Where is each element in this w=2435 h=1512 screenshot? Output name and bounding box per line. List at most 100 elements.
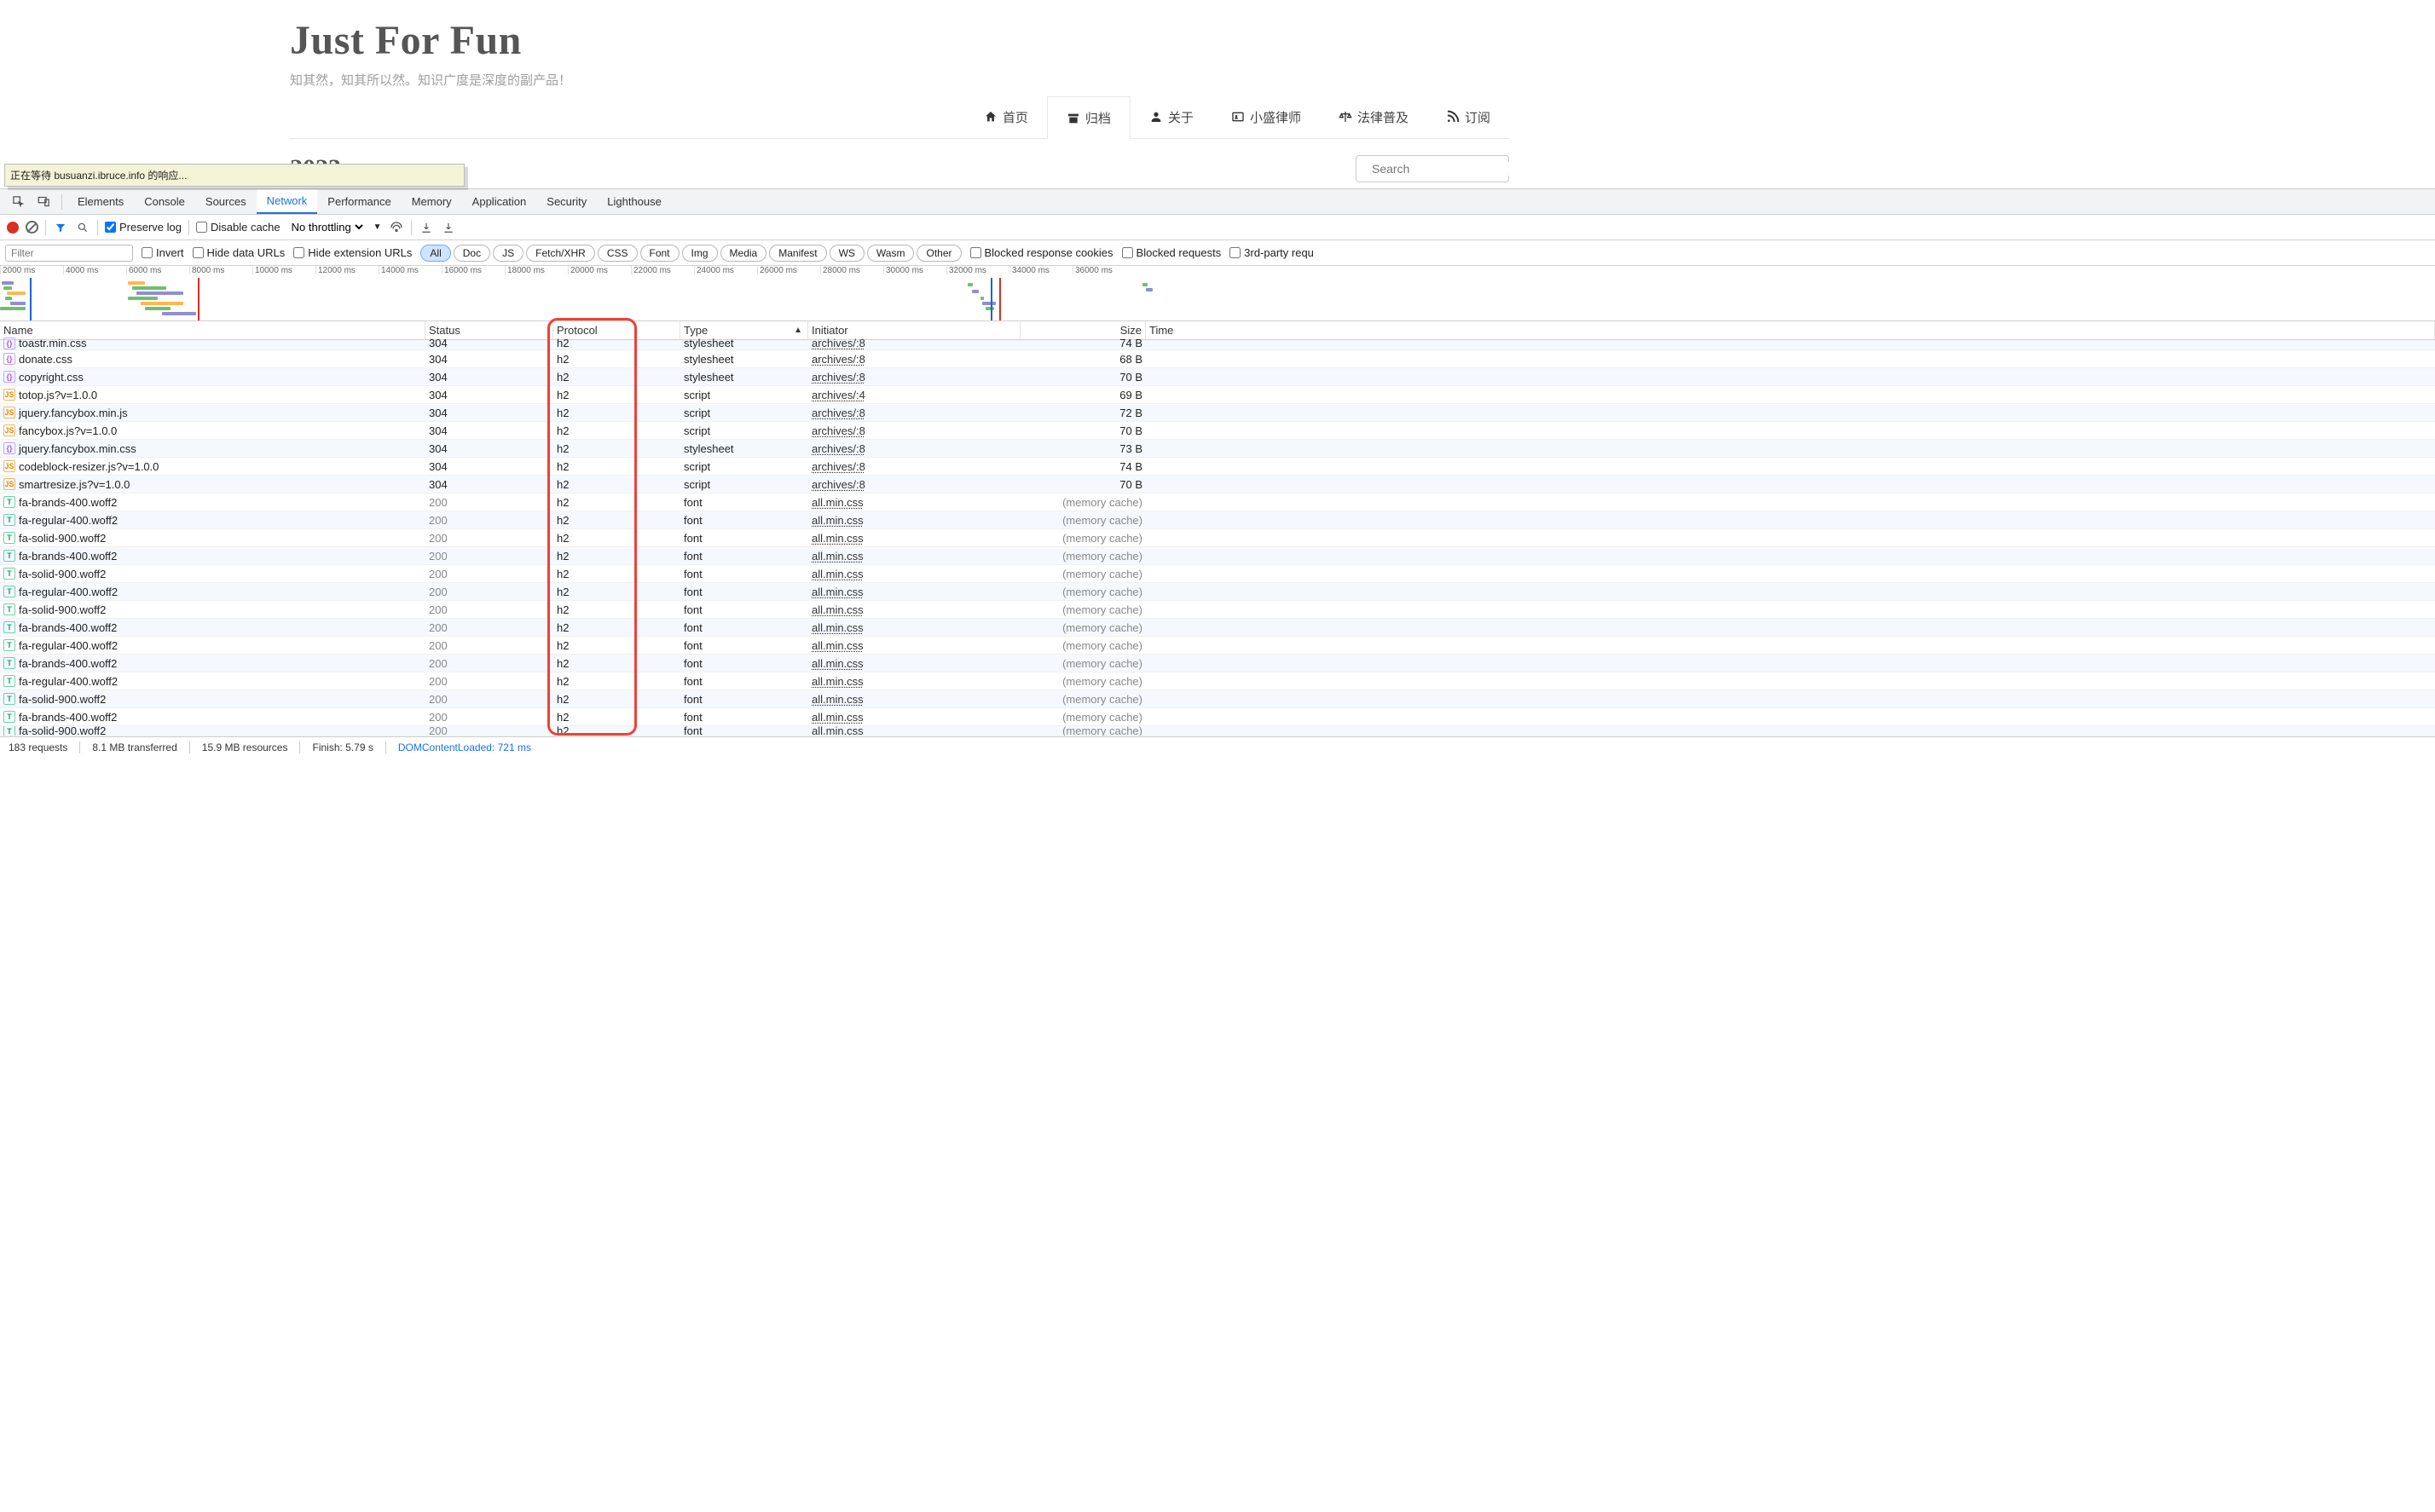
network-row[interactable]: {}jquery.fancybox.min.css304h2stylesheet… — [0, 440, 2435, 458]
nav-about[interactable]: 关于 — [1131, 96, 1212, 138]
network-row[interactable]: JSsmartresize.js?v=1.0.0304h2scriptarchi… — [0, 476, 2435, 493]
filter-toggle-icon[interactable] — [53, 220, 68, 235]
row-initiator-link[interactable]: all.min.css — [812, 711, 864, 724]
col-header-type[interactable]: Type▲ — [680, 321, 808, 339]
type-pill-media[interactable]: Media — [720, 245, 767, 262]
hide-data-url-checkbox[interactable]: Hide data URLs — [193, 246, 286, 259]
devtools-tab-performance[interactable]: Performance — [317, 189, 401, 214]
row-initiator-link[interactable]: all.min.css — [812, 621, 864, 634]
network-row[interactable]: JSjquery.fancybox.min.js304h2scriptarchi… — [0, 404, 2435, 422]
network-row[interactable]: Tfa-solid-900.woff2200h2fontall.min.css(… — [0, 565, 2435, 583]
devtools-tab-security[interactable]: Security — [536, 189, 597, 214]
row-initiator-link[interactable]: archives/:8 — [812, 442, 865, 455]
type-pill-fetch-xhr[interactable]: Fetch/XHR — [526, 245, 595, 262]
network-conditions-icon[interactable] — [389, 220, 404, 235]
row-initiator-link[interactable]: archives/:8 — [812, 460, 865, 473]
row-initiator-link[interactable]: archives/:8 — [812, 371, 865, 384]
third-party-checkbox[interactable]: 3rd-party requ — [1229, 246, 1314, 259]
type-pill-other[interactable]: Other — [917, 245, 961, 262]
network-row[interactable]: Tfa-solid-900.woff2200h2fontall.min.css(… — [0, 529, 2435, 547]
col-header-protocol[interactable]: Protocol — [553, 321, 680, 339]
search-toggle-icon[interactable] — [75, 220, 90, 235]
col-header-size[interactable]: Size — [1021, 321, 1146, 339]
network-row[interactable]: Tfa-regular-400.woff2200h2fontall.min.cs… — [0, 637, 2435, 655]
devtools-tab-elements[interactable]: Elements — [67, 189, 134, 214]
row-initiator-link[interactable]: archives/:8 — [812, 424, 865, 437]
network-row[interactable]: Tfa-solid-900.woff2200h2fontall.min.css(… — [0, 690, 2435, 708]
devtools-tab-lighthouse[interactable]: Lighthouse — [597, 189, 672, 214]
import-har-icon[interactable] — [419, 220, 434, 235]
row-initiator-link[interactable]: all.min.css — [812, 514, 864, 527]
network-row[interactable]: {}copyright.css304h2stylesheetarchives/:… — [0, 368, 2435, 386]
inspect-icon[interactable] — [9, 193, 27, 211]
type-pill-manifest[interactable]: Manifest — [769, 245, 826, 262]
record-button[interactable] — [7, 222, 19, 234]
network-row[interactable]: Tfa-brands-400.woff2200h2fontall.min.css… — [0, 708, 2435, 726]
throttling-select[interactable]: No throttling — [287, 219, 367, 235]
network-row[interactable]: Tfa-brands-400.woff2200h2fontall.min.css… — [0, 619, 2435, 637]
disable-cache-checkbox[interactable]: Disable cache — [196, 221, 281, 234]
type-pill-js[interactable]: JS — [493, 245, 523, 262]
type-pill-font[interactable]: Font — [640, 245, 680, 262]
nav-rss[interactable]: 订阅 — [1427, 96, 1509, 138]
devtools-tab-application[interactable]: Application — [462, 189, 537, 214]
preserve-log-checkbox[interactable]: Preserve log — [105, 221, 182, 234]
network-row[interactable]: Tfa-regular-400.woff2200h2fontall.min.cs… — [0, 583, 2435, 601]
row-initiator-link[interactable]: all.min.css — [812, 496, 864, 509]
type-pill-wasm[interactable]: Wasm — [867, 245, 915, 262]
col-header-name[interactable]: Name — [0, 321, 425, 339]
col-header-status[interactable]: Status — [425, 321, 553, 339]
clear-button[interactable] — [26, 221, 38, 234]
row-initiator-link[interactable]: all.min.css — [812, 657, 864, 670]
network-row[interactable]: Tfa-brands-400.woff2200h2fontall.min.css… — [0, 493, 2435, 511]
blocked-requests-checkbox[interactable]: Blocked requests — [1122, 246, 1222, 259]
row-initiator-link[interactable]: all.min.css — [812, 568, 864, 580]
row-initiator-link[interactable]: archives/:8 — [812, 478, 865, 491]
row-initiator-link[interactable]: all.min.css — [812, 532, 864, 545]
network-row[interactable]: JSfancybox.js?v=1.0.0304h2scriptarchives… — [0, 422, 2435, 440]
row-initiator-link[interactable]: all.min.css — [812, 726, 864, 736]
invert-checkbox[interactable]: Invert — [142, 246, 184, 259]
row-initiator-link[interactable]: all.min.css — [812, 675, 864, 688]
network-row[interactable]: Tfa-regular-400.woff2200h2fontall.min.cs… — [0, 672, 2435, 690]
network-row[interactable]: Tfa-solid-900.woff2200h2fontall.min.css(… — [0, 601, 2435, 619]
network-row[interactable]: Tfa-brands-400.woff2200h2fontall.min.css… — [0, 547, 2435, 565]
nav-archive[interactable]: 归档 — [1047, 96, 1131, 139]
network-row[interactable]: JScodeblock-resizer.js?v=1.0.0304h2scrip… — [0, 458, 2435, 476]
row-initiator-link[interactable]: all.min.css — [812, 639, 864, 652]
row-initiator-link[interactable]: all.min.css — [812, 603, 864, 616]
search-box[interactable] — [1356, 155, 1509, 182]
devtools-tab-network[interactable]: Network — [257, 189, 318, 214]
type-pill-css[interactable]: CSS — [598, 245, 638, 262]
nav-home[interactable]: 首页 — [965, 96, 1047, 138]
network-table-header[interactable]: Name Status Protocol Type▲ Initiator Siz… — [0, 321, 2435, 340]
type-pill-doc[interactable]: Doc — [454, 245, 490, 262]
network-row[interactable]: Tfa-solid-900.woff2200h2fontall.min.css(… — [0, 726, 2435, 736]
search-input[interactable] — [1372, 162, 1526, 176]
row-initiator-link[interactable]: all.min.css — [812, 586, 864, 598]
export-har-icon[interactable] — [441, 220, 456, 235]
device-toggle-icon[interactable] — [34, 193, 53, 211]
hide-ext-url-checkbox[interactable]: Hide extension URLs — [293, 246, 412, 259]
row-initiator-link[interactable]: all.min.css — [812, 693, 864, 706]
network-row[interactable]: JStotop.js?v=1.0.0304h2scriptarchives/:4… — [0, 386, 2435, 404]
devtools-tab-sources[interactable]: Sources — [195, 189, 257, 214]
col-header-time[interactable]: Time — [1146, 321, 2435, 339]
type-pill-ws[interactable]: WS — [830, 245, 865, 262]
col-header-initiator[interactable]: Initiator — [808, 321, 1021, 339]
row-initiator-link[interactable]: archives/:8 — [812, 353, 865, 366]
network-row[interactable]: {}toastr.min.css304h2stylesheetarchives/… — [0, 340, 2435, 350]
type-pill-all[interactable]: All — [420, 245, 450, 262]
devtools-tab-memory[interactable]: Memory — [402, 189, 462, 214]
type-pill-img[interactable]: Img — [682, 245, 718, 262]
network-row[interactable]: Tfa-brands-400.woff2200h2fontall.min.css… — [0, 655, 2435, 672]
devtools-tab-console[interactable]: Console — [134, 189, 195, 214]
row-initiator-link[interactable]: all.min.css — [812, 550, 864, 563]
site-title[interactable]: Just For Fun — [290, 17, 1509, 64]
network-row[interactable]: Tfa-regular-400.woff2200h2fontall.min.cs… — [0, 511, 2435, 529]
row-initiator-link[interactable]: archives/:8 — [812, 407, 865, 419]
nav-lawyer[interactable]: 小盛律师 — [1212, 96, 1320, 138]
nav-legal[interactable]: 法律普及 — [1320, 96, 1427, 138]
network-filter-input[interactable] — [5, 245, 133, 262]
network-timeline[interactable]: 2000 ms4000 ms6000 ms8000 ms10000 ms1200… — [0, 266, 2435, 321]
